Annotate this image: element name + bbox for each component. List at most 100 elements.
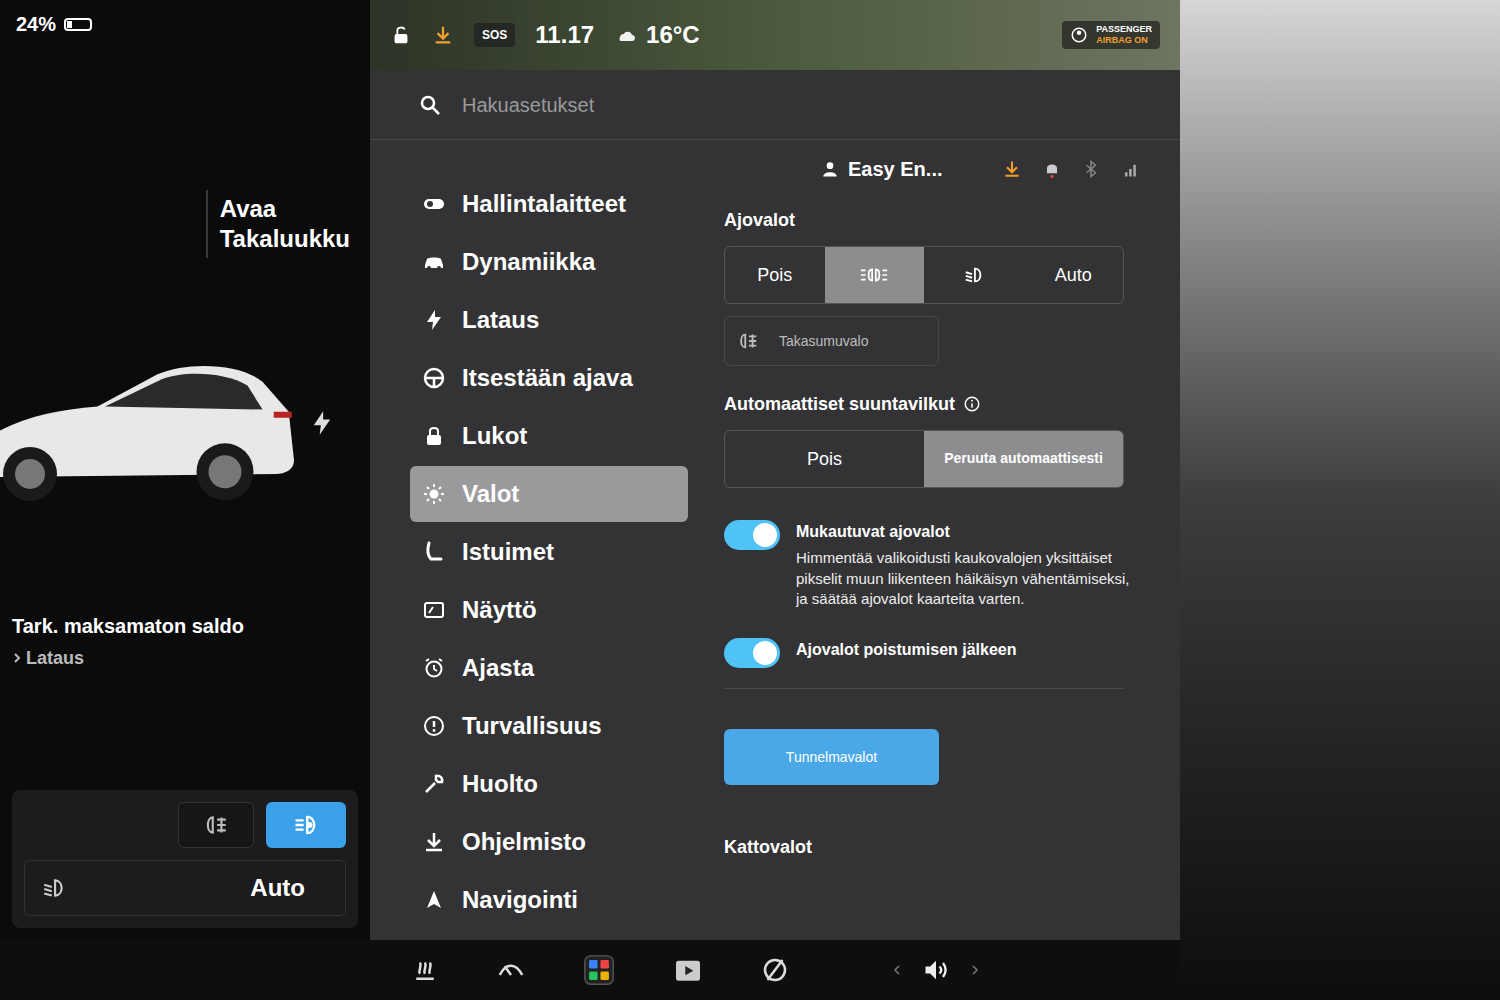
menu-icon (422, 830, 446, 854)
menu-label: Huolto (462, 768, 538, 800)
menu-icon (422, 250, 446, 274)
sidebar-item[interactable]: Lukot (410, 408, 688, 464)
headlight-option[interactable] (825, 247, 925, 303)
seat-heater-icon[interactable] (410, 955, 440, 985)
driver-profile[interactable]: Easy En... (848, 155, 943, 183)
sos-badge[interactable]: SOS (474, 23, 515, 47)
sidebar-item[interactable]: Ohjelmisto (410, 814, 688, 870)
car-icon (0, 323, 300, 523)
sidebar-item[interactable]: Huolto (410, 756, 688, 812)
menu-icon (422, 656, 446, 680)
turn-signals-title: Automaattiset suuntavilkut (724, 390, 955, 418)
auto-label[interactable]: Auto (250, 872, 329, 904)
video-icon[interactable] (672, 954, 704, 986)
headlight-option[interactable]: Auto (1024, 247, 1124, 303)
menu-label: Ajasta (462, 652, 534, 684)
sidebar-item[interactable]: Dynamiikka (410, 234, 688, 290)
sidebar-item[interactable]: Hallintalaitteet (410, 176, 688, 232)
toggle-switch[interactable] (724, 638, 780, 668)
airbag-icon (1070, 26, 1088, 44)
dome-lights-title: Kattovalot (724, 833, 1140, 861)
rear-fog-quick-button[interactable] (178, 802, 254, 848)
sidebar-item[interactable]: Istuimet (410, 524, 688, 580)
unpaid-balance-notice[interactable]: Tark. maksamaton saldo Lataus (0, 612, 370, 672)
sidebar-item[interactable]: Valot (410, 466, 688, 522)
menu-icon (422, 714, 446, 738)
menu-icon (422, 482, 446, 506)
charging-bolt-icon (308, 409, 336, 437)
chevron-left-icon[interactable] (892, 965, 902, 975)
toggle-label: Mukautuvat ajovalot (796, 520, 1136, 544)
headlights-selector: Pois Auto (724, 246, 1124, 304)
touchscreen: 24% AvaaTakaluukku (0, 0, 1180, 1000)
menu-label: Valot (462, 478, 519, 510)
menu-icon (422, 540, 446, 564)
ambient-lights-button[interactable]: Tunnelmavalot (724, 729, 939, 785)
charging-link[interactable]: Lataus (26, 644, 84, 672)
turn-signal-option[interactable]: Pois (725, 431, 924, 487)
option-label: Pois (807, 445, 842, 473)
profile-icon (820, 159, 840, 179)
menu-label: Dynamiikka (462, 246, 595, 278)
no-media-icon[interactable] (760, 955, 790, 985)
info-icon[interactable] (963, 395, 981, 413)
menu-label: Istuimet (462, 536, 554, 568)
menu-label: Lukot (462, 420, 527, 452)
headlight-option[interactable]: Pois (725, 247, 825, 303)
quick-lights-card: Auto (12, 790, 358, 928)
low-beam-icon[interactable] (41, 875, 67, 901)
cloud-icon (614, 23, 638, 47)
menu-icon (422, 888, 446, 912)
parking-lights-icon (859, 265, 889, 285)
auto-headlight-icon (292, 811, 320, 839)
toggle-switch[interactable] (724, 520, 780, 550)
option-label: Auto (1055, 261, 1092, 289)
battery-icon (64, 18, 92, 31)
car-panel: 24% AvaaTakaluukku (0, 0, 370, 940)
rear-fog-button[interactable]: Takasumuvalo (724, 316, 939, 366)
turn-signal-option[interactable]: Peruuta automaattisesti (924, 431, 1123, 487)
option-label: Peruuta automaattisesti (944, 450, 1103, 468)
clock: 11.17 (535, 19, 594, 51)
volume-icon[interactable] (922, 956, 950, 984)
download-icon[interactable] (432, 24, 454, 46)
menu-icon (422, 366, 446, 390)
battery-fill (67, 21, 72, 28)
download-icon[interactable] (1002, 159, 1022, 179)
rear-fog-label: Takasumuvalo (779, 331, 869, 351)
chevron-right-icon (12, 653, 22, 663)
settings-menu: Hallintalaitteet Dynamiikka Lataus Itsestää… (370, 140, 700, 940)
sidebar-item[interactable]: Navigointi (410, 872, 688, 928)
menu-label: Lataus (462, 304, 539, 336)
headlight-option[interactable] (924, 247, 1024, 303)
airbag-text: PASSENGER (1096, 25, 1152, 34)
sidebar-item[interactable]: Turvallisuus (410, 698, 688, 754)
wiper-icon[interactable] (496, 955, 526, 985)
low-beam-icon (963, 264, 985, 286)
sidebar-item[interactable]: Ajasta (410, 640, 688, 696)
lte-signal-icon (1120, 159, 1140, 179)
sidebar-item[interactable]: Itsestään ajava (410, 350, 688, 406)
trunk-label: Avaa (220, 194, 350, 224)
menu-icon (422, 424, 446, 448)
search-icon (418, 93, 442, 117)
notice-title: Tark. maksamaton saldo (12, 612, 358, 640)
menu-icon (422, 598, 446, 622)
toggle-description: Himmentää valikoidusti kaukovalojen yksi… (796, 548, 1136, 610)
lights-settings: Easy En... Ajovalot PoisAuto Takasumuval… (700, 140, 1180, 940)
bell-icon[interactable] (1042, 159, 1062, 179)
unlocked-icon[interactable] (390, 24, 412, 46)
sidebar-item[interactable]: Lataus (410, 292, 688, 348)
auto-headlights-quick-button[interactable] (266, 802, 346, 848)
menu-label: Turvallisuus (462, 710, 602, 742)
bluetooth-icon[interactable] (1082, 160, 1100, 178)
trunk-label: Takaluukku (220, 224, 350, 254)
temperature: 16°C (646, 19, 700, 51)
toggle-knob (753, 523, 777, 547)
open-trunk-button[interactable]: AvaaTakaluukku (206, 190, 350, 258)
sidebar-item[interactable]: Näyttö (410, 582, 688, 638)
battery-reading: 24% (16, 10, 56, 38)
chevron-right-icon[interactable] (970, 965, 980, 975)
apps-icon[interactable] (582, 953, 616, 987)
search-input[interactable] (462, 91, 1132, 119)
